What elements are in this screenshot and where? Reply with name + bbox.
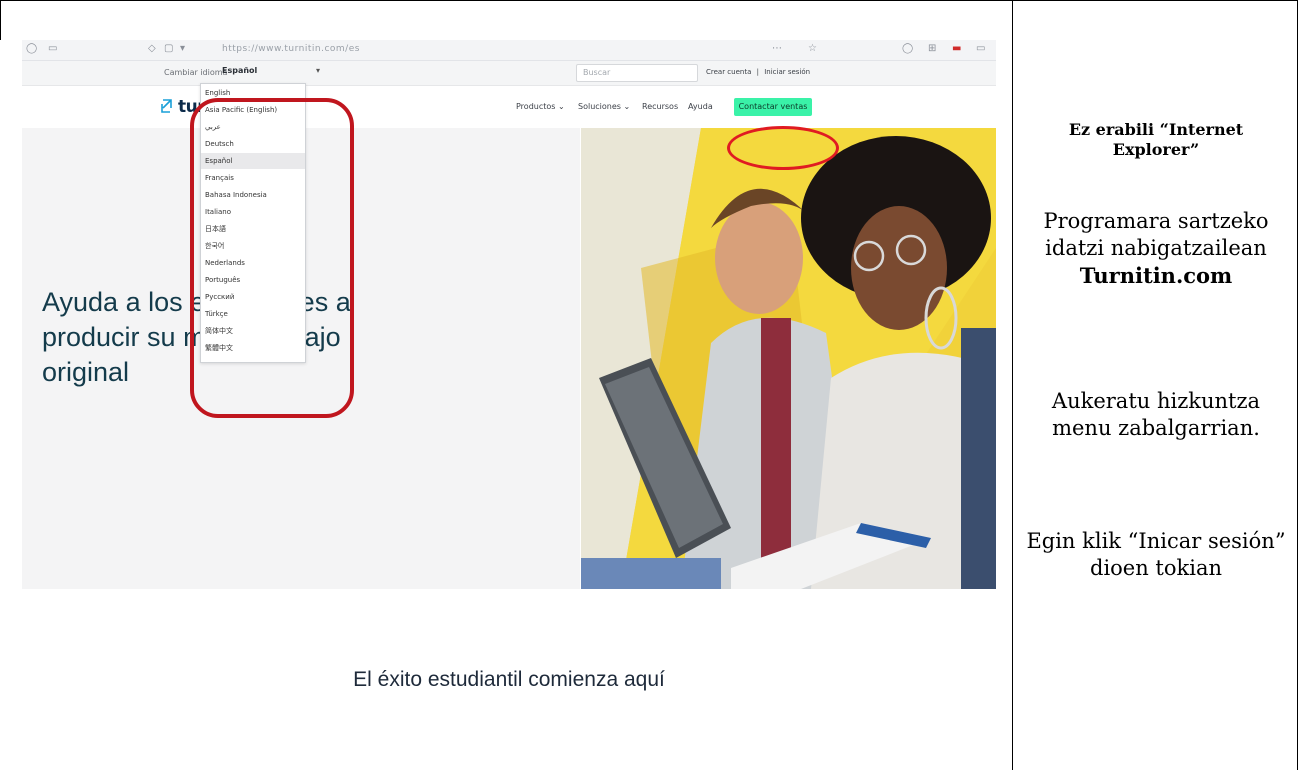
account-links: Crear cuenta | Iniciar sesión: [706, 68, 813, 76]
utility-bar: Cambiar idioma Español ▾ Buscar Crear cu…: [22, 61, 996, 86]
step-3: Egin klik “Inicar sesión” dioen tokian: [1026, 529, 1286, 580]
contact-sales-button[interactable]: Contactar ventas: [734, 98, 812, 116]
tabs-icon[interactable]: ▭: [48, 43, 57, 54]
step-1-text: Programara sartzeko idatzi nabigatzailea…: [1043, 209, 1269, 260]
cta-highlight: [727, 126, 839, 170]
browser-toolbar: ◯ ▭ ◇ ▢ ▾ https://www.turnitin.com/es ⋯ …: [22, 40, 996, 61]
browser-warning: Ez erabili “Internet Explorer”: [1068, 120, 1244, 159]
hero-photo: [581, 128, 996, 589]
chevron-down-icon: ▾: [315, 66, 320, 75]
nav-item-soluciones[interactable]: Soluciones ⌄: [578, 102, 630, 111]
dropdown-highlight: [190, 98, 354, 418]
turnitin-logo-icon[interactable]: [160, 98, 174, 114]
instructions-panel: Ez erabili “Internet Explorer” Programar…: [1013, 0, 1298, 770]
link-separator: |: [756, 68, 759, 76]
profile-icon[interactable]: ▬: [952, 43, 961, 54]
website-screenshot: ◯ ▭ ◇ ▢ ▾ https://www.turnitin.com/es ⋯ …: [0, 40, 1012, 770]
back-icon[interactable]: ◯: [26, 43, 37, 54]
shield-icon[interactable]: ◇: [148, 43, 156, 54]
language-label: Cambiar idioma: [164, 68, 228, 77]
students-photo: [581, 128, 996, 589]
main-navigation: turnitin Productos ⌄ Soluciones ⌄ Recurs…: [22, 86, 996, 127]
language-select-value: Español: [222, 66, 258, 75]
tagline: El éxito estudiantil comienza aquí: [353, 668, 665, 691]
shield-icon[interactable]: ◯: [902, 43, 913, 54]
menu-icon[interactable]: ▭: [976, 43, 985, 54]
create-account-link[interactable]: Crear cuenta: [706, 68, 751, 76]
step-1-site: Turnitin.com: [1079, 263, 1233, 288]
search-placeholder: Buscar: [583, 68, 611, 77]
extensions-icon[interactable]: ⊞: [928, 43, 936, 54]
nav-item-recursos[interactable]: Recursos: [642, 102, 678, 111]
url-field[interactable]: https://www.turnitin.com/es: [222, 44, 360, 54]
search-input[interactable]: Buscar: [576, 64, 698, 82]
nav-item-ayuda[interactable]: Ayuda: [688, 102, 713, 111]
step-1: Programara sartzeko idatzi nabigatzailea…: [1025, 208, 1287, 290]
language-select[interactable]: Español ▾: [222, 66, 326, 79]
nav-item-productos[interactable]: Productos ⌄: [516, 102, 565, 111]
page-icon[interactable]: ▢: [164, 43, 173, 54]
dropdown-arrow-icon[interactable]: ▾: [180, 43, 185, 54]
step-2: Aukeratu hizkuntza menu zabalgarrian.: [1051, 389, 1261, 440]
sign-in-link[interactable]: Iniciar sesión: [764, 68, 810, 76]
bookmark-icon[interactable]: ☆: [808, 43, 817, 54]
more-icon[interactable]: ⋯: [772, 43, 782, 54]
